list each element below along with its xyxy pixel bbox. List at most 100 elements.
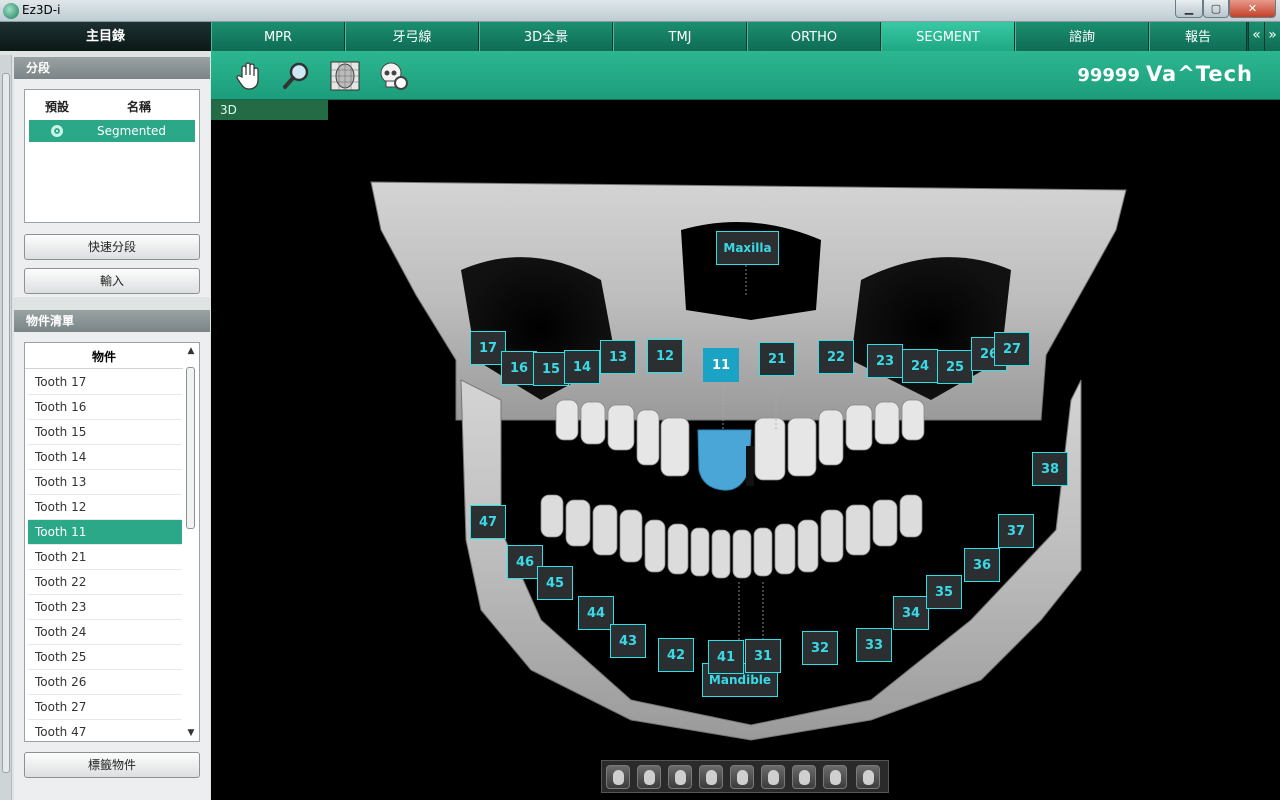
tooth-label-31[interactable]: 31 xyxy=(745,639,781,673)
tab-tmj[interactable]: TMJ xyxy=(613,22,747,51)
view-right-icon[interactable] xyxy=(668,765,692,789)
brand-logo: Va^Tech xyxy=(1145,62,1253,86)
tooth-label-34[interactable]: 34 xyxy=(893,596,929,630)
tooth-label-23[interactable]: 23 xyxy=(867,344,903,378)
view-orientation-toolbar xyxy=(601,760,889,793)
tooth-label-32[interactable]: 32 xyxy=(802,631,838,665)
list-item[interactable]: Tooth 13 xyxy=(28,470,182,495)
zoom-magnifier-icon[interactable] xyxy=(281,60,313,92)
tooth-label-16[interactable]: 16 xyxy=(501,351,537,385)
tooth-label-37[interactable]: 37 xyxy=(998,514,1034,548)
list-item[interactable]: Tooth 23 xyxy=(28,595,182,620)
toolbar: 99999 Va^Tech xyxy=(211,51,1280,100)
left-panel-scrollbar[interactable] xyxy=(0,55,12,800)
window-title: Ez3D-i xyxy=(22,3,61,17)
tooth-label-12[interactable]: 12 xyxy=(647,339,683,373)
list-item[interactable]: Tooth 17 xyxy=(28,370,182,395)
list-item[interactable]: Tooth 11 xyxy=(28,520,182,545)
list-item[interactable]: Tooth 24 xyxy=(28,620,182,645)
list-item[interactable]: Tooth 16 xyxy=(28,395,182,420)
col-default-header: 預設 xyxy=(45,100,70,114)
tooth-label-21[interactable]: 21 xyxy=(759,342,795,376)
list-item[interactable]: Tooth 47 xyxy=(28,720,182,741)
view-left-icon[interactable] xyxy=(637,765,661,789)
tooth-label-36[interactable]: 36 xyxy=(964,548,1000,582)
scroll-up-icon[interactable]: ▲ xyxy=(185,345,197,357)
scrollbar-thumb[interactable] xyxy=(186,367,195,529)
list-item[interactable]: Tooth 27 xyxy=(28,695,182,720)
list-item[interactable]: Tooth 15 xyxy=(28,420,182,445)
list-item[interactable]: Tooth 22 xyxy=(28,570,182,595)
tooth-label-24[interactable]: 24 xyxy=(902,349,938,383)
tooth-label-41[interactable]: 41 xyxy=(708,640,744,674)
tooth-label-13[interactable]: 13 xyxy=(600,340,636,374)
app-icon xyxy=(3,3,19,19)
view-bottom-icon[interactable] xyxy=(823,765,847,789)
face-grid-icon[interactable] xyxy=(329,60,361,92)
view-back-icon[interactable] xyxy=(761,765,785,789)
view-front-icon[interactable] xyxy=(606,765,630,789)
tab-ortho[interactable]: ORTHO xyxy=(747,22,881,51)
import-button[interactable]: 輸入 xyxy=(24,268,200,294)
object-column-header[interactable]: 物件 xyxy=(25,343,183,369)
tooth-label-45[interactable]: 45 xyxy=(537,566,573,600)
tab-scroll-right-icon[interactable]: » xyxy=(1264,22,1280,51)
list-item[interactable]: Tooth 14 xyxy=(28,445,182,470)
col-name-header: 名稱 xyxy=(127,100,152,114)
tab-mpr[interactable]: MPR xyxy=(211,22,345,51)
close-button[interactable]: ✕ xyxy=(1229,0,1276,18)
pan-hand-icon[interactable] xyxy=(233,60,265,92)
tab-3d-panorama[interactable]: 3D全景 xyxy=(479,22,613,51)
list-item[interactable]: Tooth 21 xyxy=(28,545,182,570)
object-list-scrollbar[interactable]: ▲ ▼ xyxy=(185,345,197,739)
3d-viewport[interactable]: 3D Maxilla Mandible 17 16 15 14 13 12 11… xyxy=(211,100,1280,800)
list-item[interactable]: Tooth 25 xyxy=(28,645,182,670)
view-right-oblique-icon[interactable] xyxy=(730,765,754,789)
list-item[interactable]: Tooth 12 xyxy=(28,495,182,520)
maximize-button[interactable]: ▢ xyxy=(1203,0,1229,18)
tooth-label-42[interactable]: 42 xyxy=(658,638,694,672)
main-menu-tab[interactable]: 主目錄 xyxy=(0,22,211,51)
tooth-label-27[interactable]: 27 xyxy=(994,332,1030,366)
left-panel: 主目錄 分段 預設 名稱 Segmented 快速分段 輸入 物件清單 物件 T… xyxy=(0,22,211,800)
tab-scroll-left-icon[interactable]: « xyxy=(1248,22,1264,51)
view-top-icon[interactable] xyxy=(792,765,816,789)
tooth-label-11[interactable]: 11 xyxy=(703,348,739,382)
scrollbar-thumb[interactable] xyxy=(2,73,10,773)
label-objects-button[interactable]: 標籤物件 xyxy=(24,752,200,778)
brand: 99999 Va^Tech xyxy=(1077,62,1253,86)
tab-segment[interactable]: SEGMENT xyxy=(881,22,1015,51)
segment-section-title: 分段 xyxy=(14,57,210,79)
segment-table: 預設 名稱 Segmented xyxy=(24,89,200,223)
segment-name: Segmented xyxy=(97,124,166,138)
tooth-label-22[interactable]: 22 xyxy=(818,340,854,374)
tooth-label-38[interactable]: 38 xyxy=(1032,452,1068,486)
default-radio[interactable] xyxy=(51,125,63,137)
view-rotate-icon[interactable] xyxy=(856,765,880,789)
object-list-title: 物件清單 xyxy=(14,310,210,332)
tooth-label-47[interactable]: 47 xyxy=(470,505,506,539)
segment-row[interactable]: Segmented xyxy=(29,120,195,142)
tab-report[interactable]: 報告 xyxy=(1149,22,1247,51)
tooth-label-25[interactable]: 25 xyxy=(937,350,973,384)
maxilla-label[interactable]: Maxilla xyxy=(716,231,779,265)
main-tab-bar: MPR 牙弓線 3D全景 TMJ ORTHO SEGMENT 諮詢 報告 « » xyxy=(211,22,1280,51)
skull-settings-icon[interactable] xyxy=(377,60,409,92)
list-item[interactable]: Tooth 26 xyxy=(28,670,182,695)
tooth-label-33[interactable]: 33 xyxy=(856,628,892,662)
tooth-label-35[interactable]: 35 xyxy=(926,575,962,609)
tab-consult[interactable]: 諮詢 xyxy=(1015,22,1149,51)
tooth-label-14[interactable]: 14 xyxy=(564,350,600,384)
minimize-button[interactable]: ▁ xyxy=(1175,0,1203,18)
tooth-label-43[interactable]: 43 xyxy=(610,624,646,658)
object-list: 物件 Tooth 17 Tooth 16 Tooth 15 Tooth 14 Tooth… xyxy=(24,342,200,742)
segment-section: 預設 名稱 Segmented 快速分段 輸入 xyxy=(14,79,210,297)
object-section: 物件 Tooth 17 Tooth 16 Tooth 15 Tooth 14 Tooth… xyxy=(14,332,210,800)
quick-segment-button[interactable]: 快速分段 xyxy=(24,234,200,260)
patient-id: 99999 xyxy=(1077,65,1140,86)
tab-arch-line[interactable]: 牙弓線 xyxy=(345,22,479,51)
view-left-oblique-icon[interactable] xyxy=(699,765,723,789)
title-bar: Ez3D-i ▁ ▢ ✕ xyxy=(0,0,1280,22)
scroll-down-icon[interactable]: ▼ xyxy=(185,727,197,739)
tooth-label-44[interactable]: 44 xyxy=(578,596,614,630)
